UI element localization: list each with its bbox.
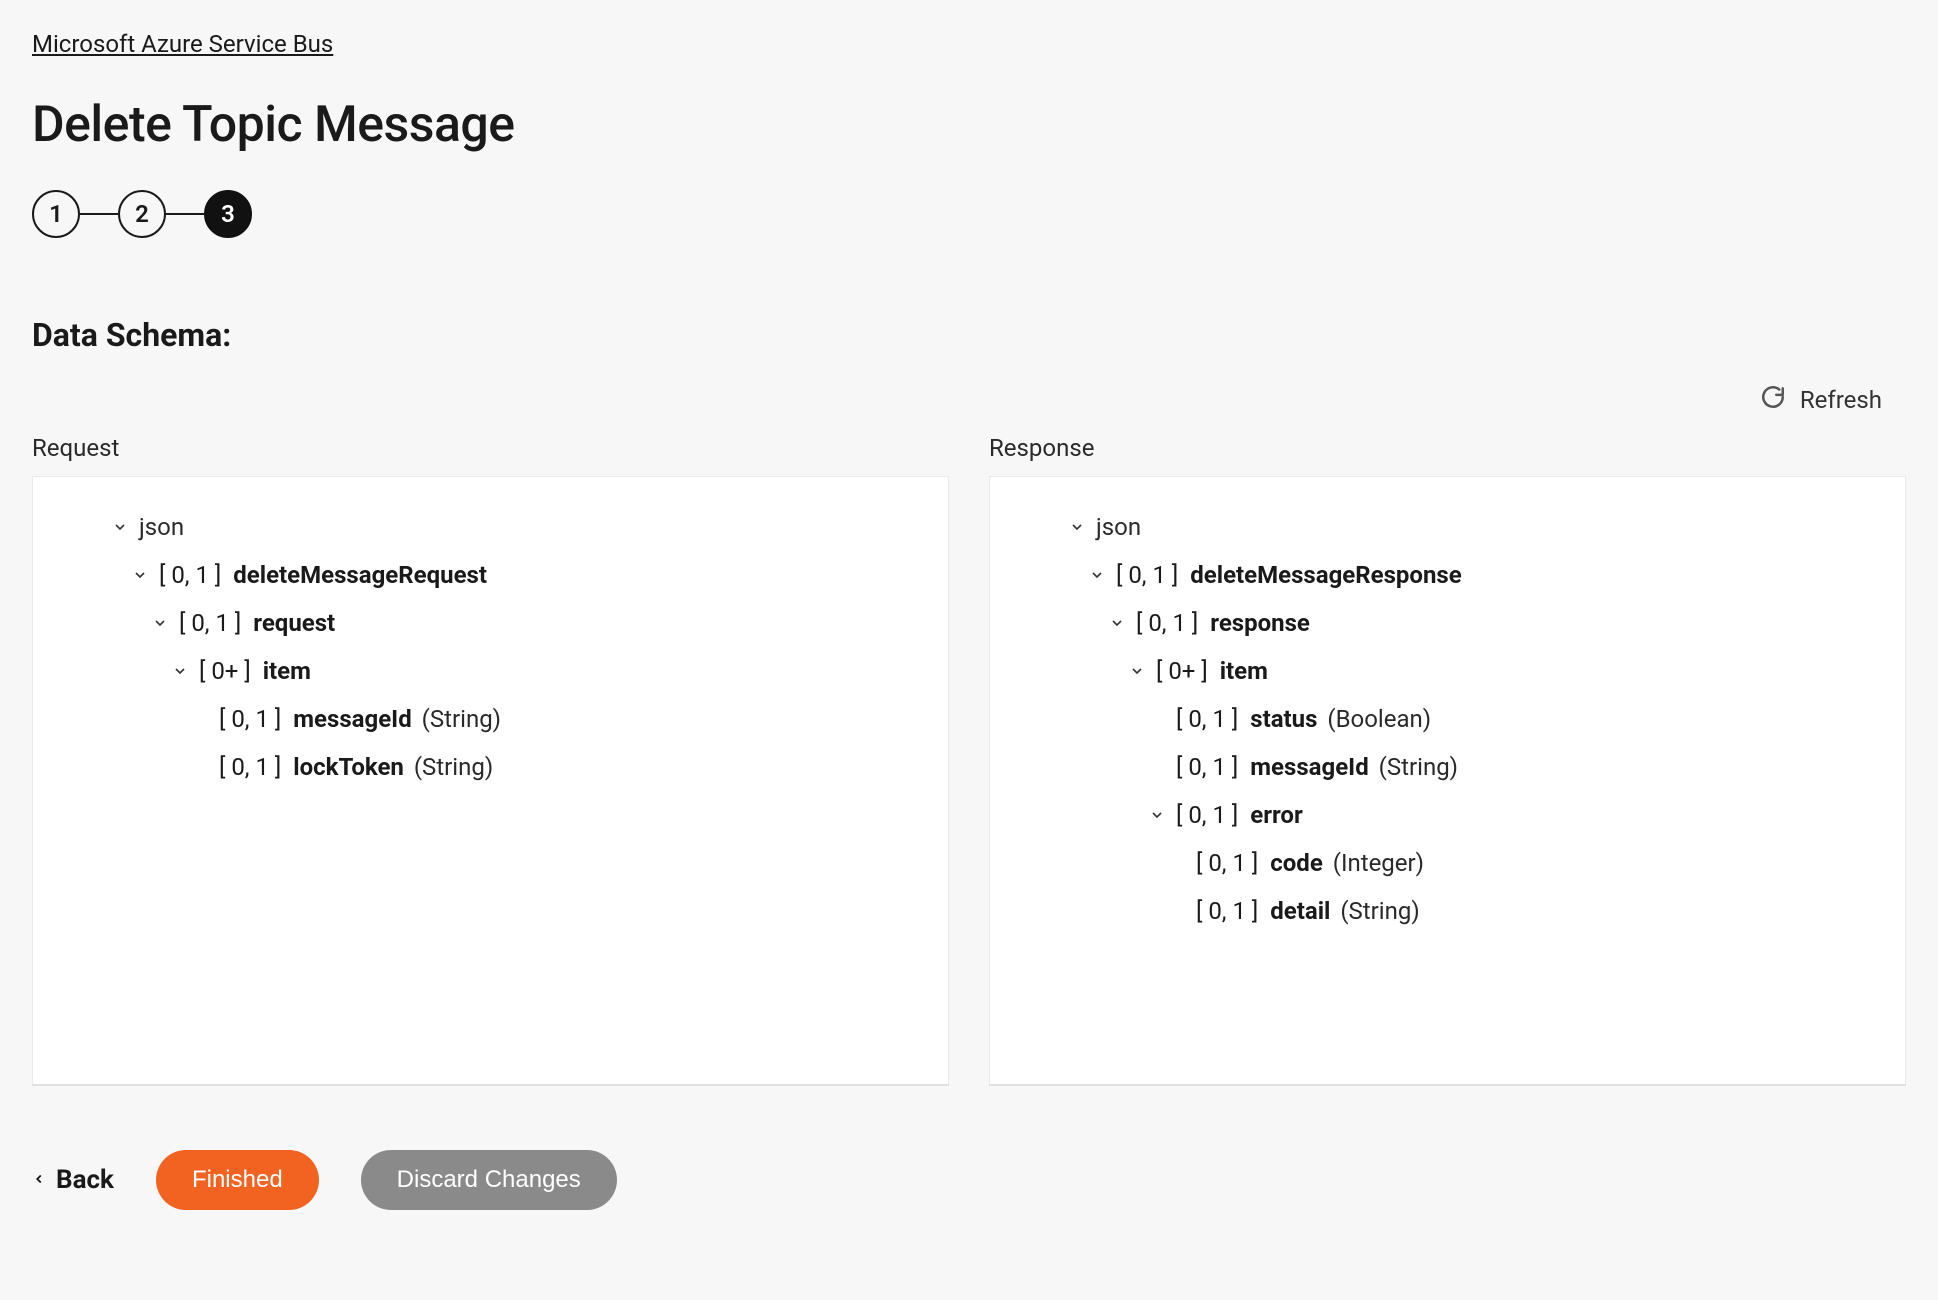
chevron-down-icon (151, 615, 169, 631)
tree-leaf[interactable]: [ 0, 1 ] messageId (String) (55, 695, 926, 743)
stepper: 1 2 3 (32, 190, 1906, 238)
tree-cardinality: [ 0, 1 ] (219, 753, 281, 781)
tree-cardinality: [ 0, 1 ] (1196, 849, 1258, 877)
section-title: Data Schema: (32, 316, 1906, 354)
response-panel: json [ 0, 1 ] deleteMessageResponse [ 0,… (989, 476, 1906, 1086)
tree-node[interactable]: [ 0+ ] item (1012, 647, 1883, 695)
tree-node-type: (String) (1379, 753, 1458, 781)
chevron-down-icon (1088, 567, 1106, 583)
chevron-down-icon (1148, 807, 1166, 823)
step-3[interactable]: 3 (204, 190, 252, 238)
tree-node-name: deleteMessageResponse (1190, 561, 1461, 589)
step-1[interactable]: 1 (32, 190, 80, 238)
tree-node[interactable]: [ 0, 1 ] request (55, 599, 926, 647)
tree-node-name: lockToken (293, 753, 404, 781)
step-connector (166, 213, 204, 215)
chevron-left-icon (32, 1165, 46, 1195)
tree-node-name: messageId (293, 705, 411, 733)
tree-node-type: (String) (422, 705, 501, 733)
chevron-down-icon (171, 663, 189, 679)
tree-cardinality: [ 0, 1 ] (1176, 801, 1238, 829)
tree-leaf[interactable]: [ 0, 1 ] status (Boolean) (1012, 695, 1883, 743)
tree-node-name: item (263, 657, 311, 685)
response-column-label: Response (989, 434, 1906, 462)
tree-cardinality: [ 0, 1 ] (1136, 609, 1198, 637)
tree-leaf[interactable]: [ 0, 1 ] code (Integer) (1012, 839, 1883, 887)
tree-node-name: error (1250, 801, 1303, 829)
refresh-icon (1760, 384, 1786, 416)
tree-cardinality: [ 0, 1 ] (1196, 897, 1258, 925)
tree-leaf[interactable]: [ 0, 1 ] lockToken (String) (55, 743, 926, 791)
request-column-label: Request (32, 434, 949, 462)
tree-node-name: deleteMessageRequest (233, 561, 487, 589)
tree-cardinality: [ 0, 1 ] (1116, 561, 1178, 589)
tree-leaf[interactable]: [ 0, 1 ] messageId (String) (1012, 743, 1883, 791)
step-2[interactable]: 2 (118, 190, 166, 238)
back-button[interactable]: Back (32, 1165, 114, 1195)
tree-cardinality: [ 0, 1 ] (1176, 753, 1238, 781)
tree-node[interactable]: [ 0, 1 ] deleteMessageResponse (1012, 551, 1883, 599)
tree-node-name: request (253, 609, 335, 637)
request-column: Request json [ 0, 1 ] deleteMessageReque… (32, 434, 949, 1086)
step-connector (80, 213, 118, 215)
tree-node-name: detail (1270, 897, 1330, 925)
tree-node-name: status (1250, 705, 1317, 733)
tree-node-label: json (1096, 509, 1141, 545)
back-label: Back (56, 1165, 114, 1195)
tree-cardinality: [ 0, 1 ] (219, 705, 281, 733)
chevron-down-icon (131, 567, 149, 583)
tree-node-type: (String) (414, 753, 493, 781)
finished-button[interactable]: Finished (156, 1150, 319, 1210)
tree-node-name: item (1220, 657, 1268, 685)
chevron-down-icon (1068, 519, 1086, 535)
actions-bar: Back Finished Discard Changes (32, 1150, 1906, 1210)
refresh-button[interactable]: Refresh (1760, 384, 1882, 416)
tree-node-type: (String) (1340, 897, 1419, 925)
tree-node[interactable]: [ 0, 1 ] deleteMessageRequest (55, 551, 926, 599)
request-panel: json [ 0, 1 ] deleteMessageRequest [ 0, … (32, 476, 949, 1086)
tree-cardinality: [ 0, 1 ] (179, 609, 241, 637)
tree-node[interactable]: [ 0, 1 ] response (1012, 599, 1883, 647)
tree-node-name: response (1210, 609, 1310, 637)
chevron-down-icon (1108, 615, 1126, 631)
tree-node-type: (Integer) (1333, 849, 1424, 877)
tree-node[interactable]: [ 0, 1 ] error (1012, 791, 1883, 839)
tree-leaf[interactable]: [ 0, 1 ] detail (String) (1012, 887, 1883, 935)
tree-cardinality: [ 0, 1 ] (1176, 705, 1238, 733)
tree-node-root[interactable]: json (55, 503, 926, 551)
breadcrumb-link[interactable]: Microsoft Azure Service Bus (32, 30, 333, 58)
refresh-label: Refresh (1800, 386, 1882, 414)
page-title: Delete Topic Message (32, 96, 1906, 154)
response-column: Response json [ 0, 1 ] deleteMessageResp… (989, 434, 1906, 1086)
tree-node-root[interactable]: json (1012, 503, 1883, 551)
discard-changes-button[interactable]: Discard Changes (361, 1150, 617, 1210)
tree-cardinality: [ 0, 1 ] (159, 561, 221, 589)
tree-cardinality: [ 0+ ] (1156, 657, 1208, 685)
tree-node-label: json (139, 509, 184, 545)
tree-node[interactable]: [ 0+ ] item (55, 647, 926, 695)
tree-node-name: messageId (1250, 753, 1368, 781)
tree-node-type: (Boolean) (1327, 705, 1431, 733)
tree-node-name: code (1270, 849, 1323, 877)
chevron-down-icon (1128, 663, 1146, 679)
chevron-down-icon (111, 519, 129, 535)
tree-cardinality: [ 0+ ] (199, 657, 251, 685)
